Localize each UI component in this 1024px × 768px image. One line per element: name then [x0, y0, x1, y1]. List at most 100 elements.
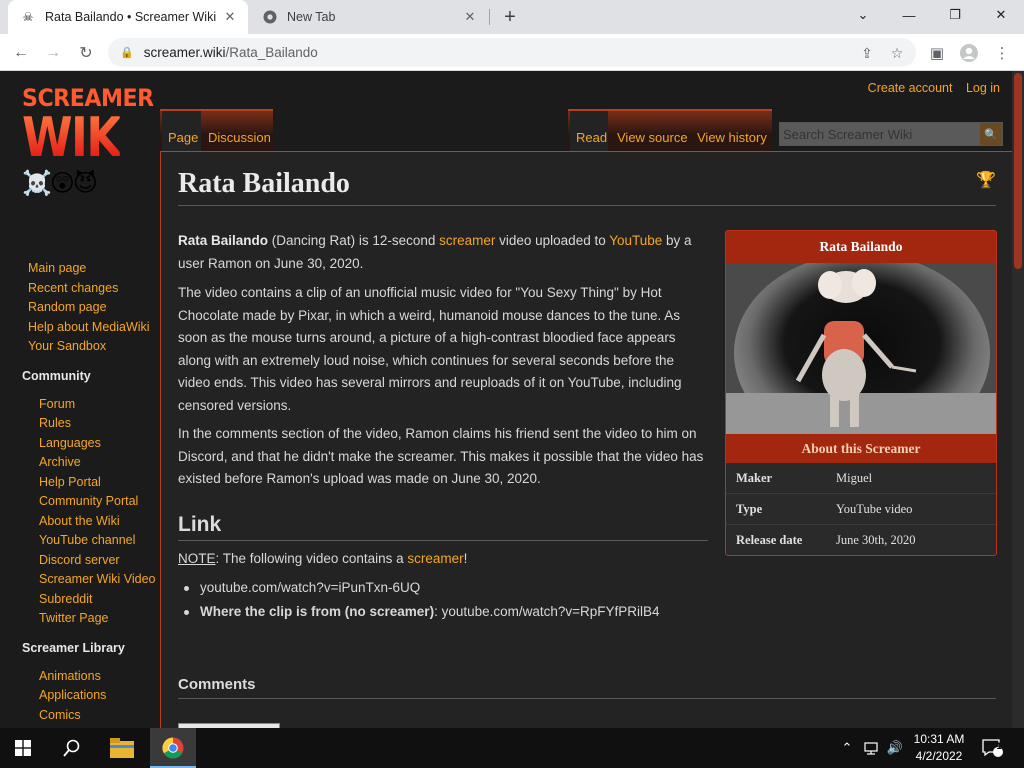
intro-paragraph: Rata Bailando (Dancing Rat) is 12-second…: [178, 230, 708, 275]
infobox-thumbnail-image[interactable]: [726, 263, 996, 434]
sidebar-item-forum[interactable]: Forum: [39, 397, 75, 411]
sidebar-item-languages[interactable]: Languages: [39, 436, 101, 450]
clip-source-url-link[interactable]: youtube.com/watch?v=RpFYfPRilB4: [442, 604, 660, 619]
intro-text: video uploaded to: [495, 233, 610, 248]
sidebar-item-recent-changes[interactable]: Recent changes: [28, 281, 118, 295]
url-path: /Rata_Bailando: [225, 45, 318, 60]
youtube-link[interactable]: YouTube: [609, 233, 662, 248]
log-in-link[interactable]: Log in: [966, 81, 1000, 95]
profile-avatar-icon[interactable]: [956, 40, 982, 66]
bookmark-star-icon[interactable]: ☆: [886, 42, 908, 64]
close-window-icon[interactable]: ✕: [978, 0, 1024, 30]
search-icon[interactable]: 🔍: [980, 123, 1002, 145]
tab-new-tab[interactable]: New Tab ✕: [250, 0, 488, 34]
address-bar[interactable]: 🔒 screamer.wiki/Rata_Bailando ⇪ ☆: [108, 38, 916, 67]
intro-text: (Dancing Rat) is 12-second: [268, 233, 440, 248]
sidebar-item-rules[interactable]: Rules: [39, 416, 71, 430]
share-icon[interactable]: ⇪: [856, 42, 878, 64]
sidebar-item-help-portal[interactable]: Help Portal: [39, 475, 101, 489]
infobox-value: Miguel: [836, 471, 873, 485]
clock-time: 10:31 AM: [913, 732, 965, 746]
sidebar-item-main-page[interactable]: Main page: [28, 261, 86, 275]
article-subject-bold: Rata Bailando: [178, 233, 269, 248]
tab-view-history[interactable]: View history: [697, 111, 767, 151]
sidebar-item-subreddit[interactable]: Subreddit: [39, 592, 93, 606]
windows-start-icon[interactable]: [0, 728, 46, 768]
note-text: : The following video contains a: [215, 551, 408, 566]
comments-heading: Comments: [178, 676, 256, 693]
scrollbar-thumb[interactable]: [1014, 73, 1022, 269]
sidebar-item-comics[interactable]: Comics: [39, 708, 81, 722]
tab-view-source[interactable]: View source: [617, 111, 688, 151]
sidebar-item-animations[interactable]: Animations: [39, 669, 101, 683]
tab-rata-bailando[interactable]: ☠ Rata Bailando • Screamer Wiki ✕: [8, 0, 248, 34]
sidebar-item-applications[interactable]: Applications: [39, 688, 106, 702]
sidebar-item-community-portal[interactable]: Community Portal: [39, 494, 138, 508]
personal-tools: Create account Log in: [858, 81, 1000, 95]
file-explorer-icon[interactable]: [99, 728, 145, 768]
restore-icon[interactable]: ❐: [932, 0, 978, 30]
main-content: Rata Bailando 🏆 Rata Bailando (Dancing R…: [160, 151, 1012, 728]
notification-count-badge: 1: [996, 741, 1002, 751]
sidebar-item-youtube-channel[interactable]: YouTube channel: [39, 533, 135, 547]
reload-icon[interactable]: ↻: [73, 40, 99, 66]
taskbar-clock[interactable]: 10:31 AM 4/2/2022: [908, 731, 970, 765]
tab-read[interactable]: Read: [576, 111, 607, 151]
side-panel-icon[interactable]: ▣: [924, 40, 950, 66]
tab-divider: [489, 9, 490, 25]
chrome-taskbar-icon[interactable]: [150, 728, 196, 768]
note-screamer-link[interactable]: screamer: [407, 551, 463, 566]
sidebar-item-help-mediawiki[interactable]: Help about MediaWiki: [28, 320, 150, 334]
section-heading-link: Link: [178, 513, 222, 536]
sidebar-item-archive[interactable]: Archive: [39, 455, 81, 469]
forward-arrow-icon[interactable]: →: [40, 40, 66, 66]
tab-search-chevron-icon[interactable]: ⌄: [840, 0, 886, 30]
screamer-link[interactable]: screamer: [439, 233, 495, 248]
screamer-wiki-favicon-icon: ☠: [22, 10, 34, 24]
tab-title: New Tab: [287, 10, 336, 24]
sidebar-item-random-page[interactable]: Random page: [28, 300, 107, 314]
new-tab-plus-icon[interactable]: +: [498, 5, 522, 29]
minimize-icon[interactable]: —: [886, 0, 932, 30]
menu-kebab-icon[interactable]: ⋮: [989, 40, 1015, 66]
notifications-icon[interactable]: 1: [980, 728, 1004, 768]
clock-date: 4/2/2022: [915, 749, 963, 763]
chrome-favicon-icon: [262, 9, 278, 25]
windows-taskbar: ⌃ 🔊 10:31 AM 4/2/2022 1: [0, 728, 1024, 768]
page-scrollbar[interactable]: [1012, 71, 1024, 728]
infobox-row-type: Type YouTube video: [726, 494, 996, 525]
video-url-link[interactable]: youtube.com/watch?v=iPunTxn-6UQ: [200, 580, 420, 595]
clip-source-label: Where the clip is from (no screamer): [200, 604, 435, 619]
tab-page[interactable]: Page: [168, 111, 198, 151]
page-title: Rata Bailando: [178, 168, 350, 199]
sidebar-item-your-sandbox[interactable]: Your Sandbox: [28, 339, 106, 353]
logo-emoji: ☠️😲😈: [22, 170, 98, 197]
show-hidden-icons-chevron-icon[interactable]: ⌃: [838, 728, 856, 768]
sidebar-heading-community: Community: [22, 369, 91, 383]
sidebar-item-screamer-wiki-video[interactable]: Screamer Wiki Video: [39, 572, 155, 586]
list-item: Where the clip is from (no screamer): yo…: [178, 600, 708, 624]
close-tab-icon[interactable]: ✕: [462, 9, 478, 25]
tab-discussion[interactable]: Discussion: [208, 111, 271, 151]
volume-icon[interactable]: 🔊: [885, 728, 905, 768]
sidebar-item-about-wiki[interactable]: About the Wiki: [39, 514, 120, 528]
back-arrow-icon[interactable]: ←: [8, 40, 34, 66]
separator: :: [434, 604, 442, 619]
trophy-icon[interactable]: 🏆: [976, 170, 996, 190]
network-icon[interactable]: [862, 728, 882, 768]
browser-toolbar: ← → ↻ 🔒 screamer.wiki/Rata_Bailando ⇪ ☆ …: [0, 34, 1024, 71]
close-tab-icon[interactable]: ✕: [222, 9, 238, 25]
sidebar-item-twitter-page[interactable]: Twitter Page: [39, 611, 108, 625]
logo-text-wiki: WIKI: [22, 106, 137, 169]
sidebar-item-discord-server[interactable]: Discord server: [39, 553, 120, 567]
wiki-logo[interactable]: SCREAMER WIKI ☠️😲😈: [22, 85, 154, 198]
note-label: NOTE: [178, 551, 216, 566]
url-host: screamer.wiki: [143, 45, 226, 60]
title-divider: [178, 205, 996, 206]
search-input[interactable]: [780, 123, 980, 145]
infobox-key: Maker: [736, 471, 773, 485]
note-text: !: [463, 551, 468, 566]
create-account-link[interactable]: Create account: [868, 81, 953, 95]
comments-divider: [178, 698, 996, 699]
search-icon[interactable]: [49, 728, 95, 768]
